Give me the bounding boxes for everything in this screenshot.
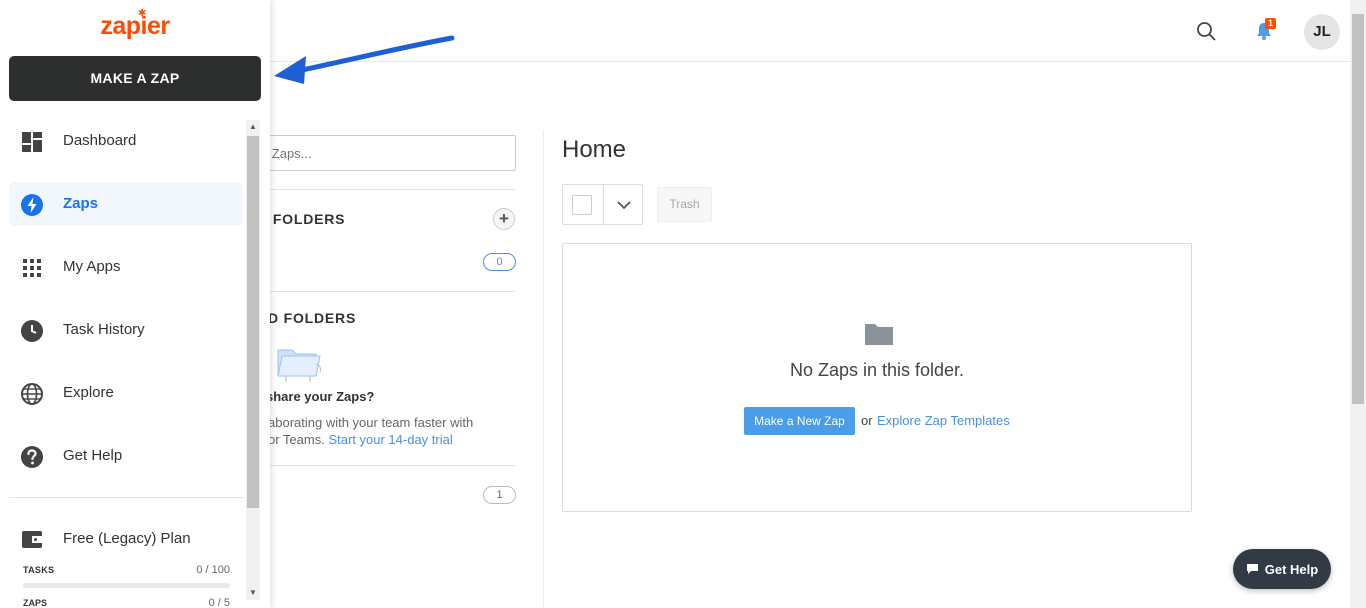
- explore-zap-templates-link[interactable]: Explore Zap Templates: [877, 413, 1010, 428]
- plan-name[interactable]: Free (Legacy) Plan: [63, 530, 191, 547]
- zaps-usage: 0 / 5: [208, 597, 230, 608]
- wallet-icon: [22, 531, 42, 548]
- add-folder-button[interactable]: +: [493, 208, 515, 230]
- search-icon[interactable]: [1194, 19, 1218, 43]
- sidebar-item-zaps[interactable]: Zaps: [9, 182, 243, 226]
- page-scrollbar[interactable]: [1350, 0, 1366, 608]
- get-help-label: Get Help: [1264, 561, 1319, 577]
- logo-asterisk-icon: ✱: [138, 8, 147, 19]
- make-a-zap-button[interactable]: MAKE A ZAP: [9, 56, 261, 101]
- sidebar-item-label: Task History: [63, 321, 145, 338]
- trash-button[interactable]: Trash: [657, 187, 712, 222]
- or-text: or: [861, 413, 873, 428]
- start-trial-link[interactable]: Start your 14-day trial: [328, 432, 452, 447]
- annotation-arrow-icon: [274, 35, 455, 84]
- sidebar-item-explore[interactable]: Explore: [9, 371, 243, 415]
- shared-text-line2: or Teams. Start your 14-day trial: [232, 431, 516, 448]
- globe-icon: [21, 383, 43, 405]
- shared-folders-header: D FOLDERS: [268, 310, 357, 326]
- sidebar-divider: [9, 497, 243, 498]
- apps-grid-icon: [23, 259, 41, 277]
- divider: [232, 465, 516, 466]
- sidebar-item-my-apps[interactable]: My Apps: [9, 245, 243, 289]
- column-divider: [543, 130, 544, 608]
- lightning-icon: [21, 194, 43, 216]
- sidebar-item-get-help[interactable]: Get Help: [9, 434, 243, 478]
- divider: [232, 189, 516, 190]
- tasks-usage: 0 / 100: [196, 564, 230, 576]
- sidebar-item-label: Zaps: [63, 195, 99, 212]
- dashboard-icon: [22, 132, 42, 152]
- sidebar-item-label: Get Help: [63, 447, 123, 464]
- sidebar-scrollbar[interactable]: ▲ ▼: [246, 120, 260, 600]
- divider: [232, 291, 516, 292]
- bulk-select-control: [562, 184, 643, 225]
- folder-count-badge: 0: [483, 253, 516, 271]
- folder-icon: [865, 324, 893, 345]
- shared-text-line1: aborating with your team faster with: [268, 415, 474, 430]
- select-all-checkbox[interactable]: [572, 195, 592, 215]
- select-separator: [603, 185, 604, 224]
- empty-folder-panel: No Zaps in this folder. Make a New Zap o…: [562, 243, 1192, 512]
- chat-bubble-icon: [1246, 564, 1258, 574]
- help-icon: [21, 446, 43, 468]
- zapier-logo[interactable]: zapier: [0, 12, 270, 41]
- get-help-chat-button[interactable]: Get Help: [1233, 549, 1331, 589]
- sidebar-scrollbar-thumb[interactable]: [247, 136, 259, 508]
- sidebar-item-label: My Apps: [63, 258, 121, 275]
- shared-folders-question: share your Zaps?: [266, 389, 375, 404]
- scroll-up-arrow-icon[interactable]: ▲: [246, 120, 260, 134]
- sidebar-item-label: Dashboard: [63, 132, 137, 149]
- shared-text-prefix: or Teams.: [268, 432, 329, 447]
- shared-folder-illustration: [277, 349, 321, 382]
- sidebar: zapier ✱ MAKE A ZAP Dashboard Zaps My Ap…: [0, 0, 270, 608]
- empty-state-message: No Zaps in this folder.: [789, 360, 965, 380]
- sidebar-item-label: Explore: [63, 384, 114, 401]
- private-folders-header: E FOLDERS: [258, 211, 346, 227]
- tasks-label: TASKS: [23, 565, 55, 575]
- make-new-zap-button[interactable]: Make a New Zap: [744, 407, 855, 435]
- sidebar-item-task-history[interactable]: Task History: [9, 308, 243, 352]
- chevron-down-icon[interactable]: [613, 195, 635, 215]
- filter-zaps-input[interactable]: [232, 135, 516, 171]
- scroll-down-arrow-icon[interactable]: ▼: [246, 586, 260, 600]
- user-avatar[interactable]: JL: [1304, 14, 1340, 50]
- notifications-bell-icon[interactable]: 1: [1252, 18, 1276, 43]
- sidebar-item-dashboard[interactable]: Dashboard: [9, 119, 243, 163]
- notification-badge: 1: [1265, 18, 1276, 29]
- page-scrollbar-thumb[interactable]: [1352, 14, 1364, 404]
- shared-folders-description: aborating with your team faster with or …: [232, 414, 516, 448]
- zaps-label: ZAPS: [23, 598, 48, 608]
- tasks-progress-bar: [23, 583, 230, 588]
- folder-title: Home: [562, 136, 627, 163]
- clock-icon: [21, 320, 43, 342]
- folder-count-badge: 1: [483, 486, 516, 504]
